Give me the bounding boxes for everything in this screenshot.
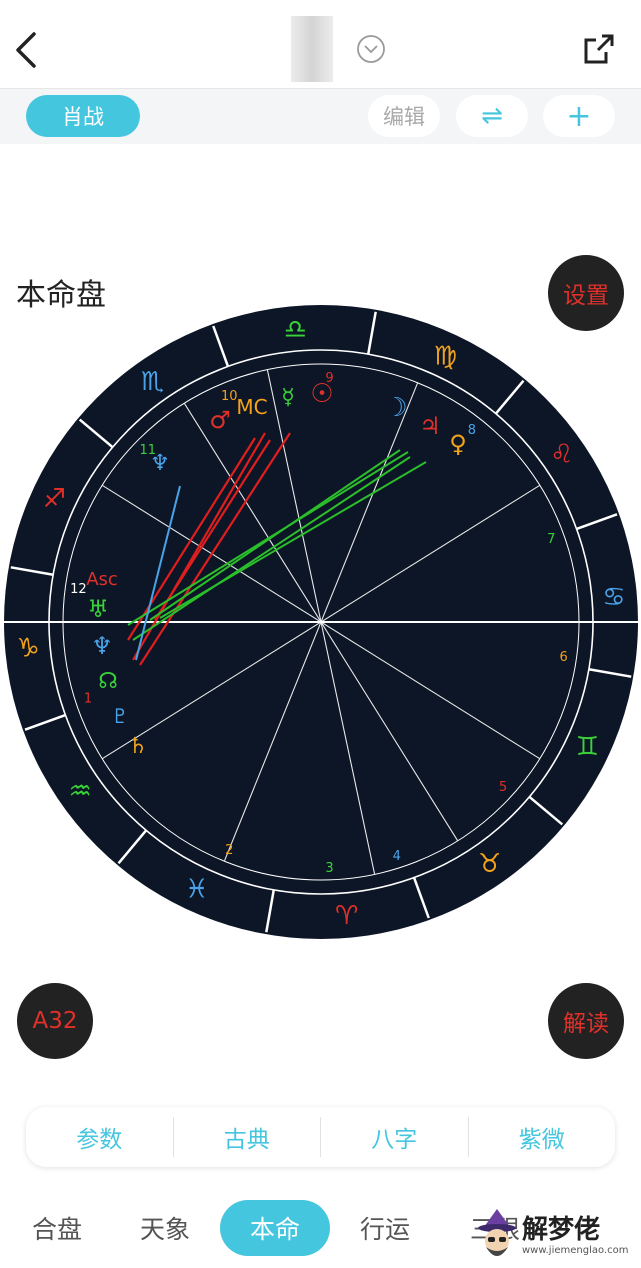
chevron-down-circle-icon[interactable] xyxy=(356,34,386,64)
option-bazi[interactable]: 八字 xyxy=(321,1120,468,1154)
planet-glyph: ☊ xyxy=(98,669,118,694)
options-bar: 参数 古典 八字 紫微 xyxy=(26,1107,615,1167)
house-number: 5 xyxy=(499,780,507,795)
option-classical[interactable]: 古典 xyxy=(174,1120,321,1154)
watermark-logo: 解梦佬 www.jiemenglao.com xyxy=(470,1205,641,1265)
zodiac-sign-glyph: ♐ xyxy=(43,484,66,514)
house-number: 4 xyxy=(393,849,401,864)
house-number: 3 xyxy=(325,861,333,876)
zodiac-sign-glyph: ♏ xyxy=(141,367,164,397)
zodiac-sign-glyph: ♓ xyxy=(185,874,208,904)
zodiac-sign-glyph: ♉ xyxy=(478,849,501,879)
tab-sky[interactable]: 天象 xyxy=(126,1200,204,1256)
planet-glyph: ♆ xyxy=(91,632,113,660)
house-number: 6 xyxy=(559,650,567,665)
house-number: 10 xyxy=(221,389,238,404)
planet-glyph: ♀ xyxy=(449,430,467,458)
watermark-text: 解梦佬 xyxy=(522,1215,601,1245)
interpret-button[interactable]: 解读 xyxy=(548,983,624,1059)
zodiac-sign-glyph: ♎ xyxy=(284,315,307,345)
planet-glyph: ♃ xyxy=(419,412,441,440)
settings-button[interactable]: 设置 xyxy=(548,255,624,331)
edit-button[interactable]: 编辑 xyxy=(368,95,440,137)
option-params[interactable]: 参数 xyxy=(26,1120,173,1154)
zodiac-sign-glyph: ♍ xyxy=(434,342,457,372)
planet-glyph: ☽ xyxy=(384,393,407,423)
house-number: 7 xyxy=(547,532,555,547)
a32-button[interactable]: A32 xyxy=(17,983,93,1059)
zodiac-sign-glyph: ♑ xyxy=(16,634,39,664)
share-icon[interactable] xyxy=(580,30,618,68)
zodiac-sign-glyph: ♋ xyxy=(602,582,625,612)
swap-button[interactable]: ⇌ xyxy=(456,95,528,137)
planet-glyph: ♆ xyxy=(150,451,170,476)
wizard-mascot-icon xyxy=(478,1209,516,1256)
planet-glyph: ☉ xyxy=(310,379,333,409)
watermark-url: www.jiemenglao.com xyxy=(522,1245,629,1256)
planet-glyph: Asc xyxy=(86,569,118,590)
tab-natal[interactable]: 本命 xyxy=(220,1200,330,1256)
planet-glyph: ♄ xyxy=(128,734,148,759)
zodiac-sign-glyph: ♌ xyxy=(550,439,573,469)
zodiac-sign-glyph: ♈ xyxy=(335,901,358,931)
chevron-left-icon[interactable] xyxy=(8,26,48,74)
planet-glyph: MC xyxy=(236,395,267,419)
natal-chart-wheel[interactable]: ♎♍♌♋♊♉♈♓♒♑♐♏ 987654321121110♂ MC ☿ ☉ ☽♃♀♆Asc♅… xyxy=(0,300,641,950)
tab-transit[interactable]: 行运 xyxy=(346,1200,424,1256)
house-number: 2 xyxy=(225,843,233,858)
option-ziwei[interactable]: 紫微 xyxy=(469,1120,616,1154)
planet-glyph: ♅ xyxy=(87,595,109,623)
house-number: 1 xyxy=(84,692,92,707)
zodiac-sign-glyph: ♒ xyxy=(69,777,92,807)
planet-glyph: ♂ xyxy=(209,406,231,434)
profile-name-pill[interactable]: 肖战 xyxy=(26,95,140,137)
top-navigation-bar xyxy=(0,0,641,88)
add-button[interactable]: + xyxy=(543,95,615,137)
zodiac-sign-glyph: ♊ xyxy=(576,732,599,762)
planet-glyph: ☿ xyxy=(281,385,295,410)
house-number: 12 xyxy=(70,582,87,597)
house-number: 8 xyxy=(468,423,476,438)
planet-glyph: ♇ xyxy=(111,704,129,728)
tab-synastry[interactable]: 合盘 xyxy=(18,1200,96,1256)
blurred-title xyxy=(291,16,333,82)
